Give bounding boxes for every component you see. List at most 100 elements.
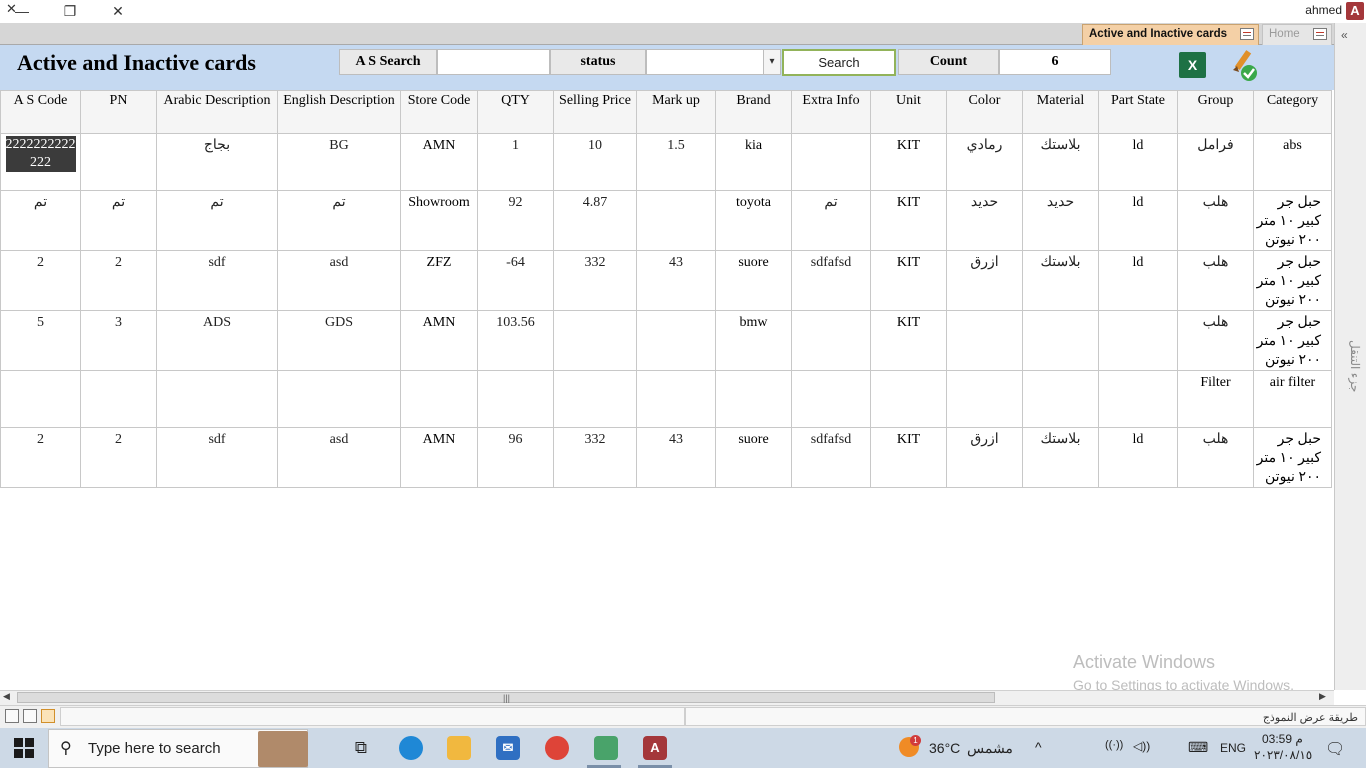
table-cell[interactable]: toyota [715, 190, 792, 251]
as-search-input[interactable] [437, 49, 550, 75]
table-cell[interactable]: KIT [870, 133, 947, 191]
taskbar-search-placeholder[interactable]: Type here to search [88, 740, 221, 757]
weather-temperature[interactable]: 36°C [929, 740, 960, 756]
table-cell[interactable]: 3 [80, 310, 157, 371]
column-header[interactable]: Material [1022, 90, 1099, 134]
table-cell[interactable]: air filter [1253, 370, 1332, 428]
wifi-icon[interactable]: ((·)) [1105, 739, 1123, 751]
table-cell[interactable]: 2 [80, 250, 157, 311]
column-header[interactable]: QTY [477, 90, 554, 134]
form-view-icon[interactable] [41, 709, 55, 723]
table-cell[interactable]: ld [1098, 133, 1178, 191]
table-cell[interactable] [870, 370, 947, 428]
tab-active-inactive-cards[interactable]: Active and Inactive cards [1082, 24, 1259, 45]
table-cell[interactable]: -64 [477, 250, 554, 311]
column-header[interactable]: Part State [1098, 90, 1178, 134]
mail-icon[interactable]: ✉ [496, 736, 520, 760]
close-document-button[interactable]: ✕ [6, 1, 17, 17]
table-cell[interactable] [553, 310, 637, 371]
table-cell[interactable]: 1 [477, 133, 554, 191]
table-cell[interactable]: ld [1098, 250, 1178, 311]
table-cell[interactable]: suore [715, 427, 792, 488]
column-header[interactable]: Arabic Description [156, 90, 278, 134]
table-cell[interactable] [1098, 310, 1178, 371]
access-app-icon[interactable]: A [643, 736, 667, 760]
column-header[interactable]: Unit [870, 90, 947, 134]
table-cell[interactable]: 332 [553, 250, 637, 311]
table-cell[interactable] [80, 370, 157, 428]
table-cell[interactable]: حبل جر كبير ١٠ متر ٢٠٠ نيوتن [1253, 310, 1332, 371]
column-header[interactable]: Extra Info [791, 90, 871, 134]
table-cell[interactable]: ازرق [946, 427, 1023, 488]
table-cell[interactable]: 96 [477, 427, 554, 488]
table-cell[interactable]: بلاستك [1022, 133, 1099, 191]
table-cell[interactable]: هلب [1177, 250, 1254, 311]
show-hidden-icons-icon[interactable]: ^ [1035, 739, 1042, 755]
table-cell[interactable]: تم [156, 190, 278, 251]
table-cell[interactable] [400, 370, 478, 428]
table-cell[interactable]: sdf [156, 250, 278, 311]
table-cell[interactable]: هلب [1177, 310, 1254, 371]
notification-icon[interactable]: 🗨 [1325, 739, 1345, 759]
chrome-icon[interactable] [545, 736, 569, 760]
table-cell[interactable]: 2222222222222 [0, 133, 81, 191]
table-cell[interactable] [80, 133, 157, 191]
restore-button[interactable]: ❐ [50, 0, 90, 23]
user-name[interactable]: ahmed [1305, 3, 1342, 17]
weather-condition[interactable]: مشمس [967, 740, 1013, 757]
table-cell[interactable] [156, 370, 278, 428]
table-cell[interactable]: 1.5 [636, 133, 716, 191]
table-cell[interactable]: حبل جر كبير ١٠ متر ٢٠٠ نيوتن [1253, 427, 1332, 488]
column-header[interactable]: Category [1253, 90, 1332, 134]
snipping-tool-icon[interactable] [594, 736, 618, 760]
table-cell[interactable]: رمادي [946, 133, 1023, 191]
input-language[interactable]: ENG [1220, 741, 1246, 755]
table-cell[interactable]: بلاستك [1022, 427, 1099, 488]
table-cell[interactable] [715, 370, 792, 428]
table-cell[interactable] [0, 370, 81, 428]
table-cell[interactable]: suore [715, 250, 792, 311]
table-cell[interactable] [477, 370, 554, 428]
column-header[interactable]: Brand [715, 90, 792, 134]
table-cell[interactable]: بجاج [156, 133, 278, 191]
excel-export-icon[interactable]: X [1179, 52, 1206, 78]
column-header[interactable]: Selling Price [553, 90, 637, 134]
table-cell[interactable]: فرامل [1177, 133, 1254, 191]
table-cell[interactable]: Filter [1177, 370, 1254, 428]
table-cell[interactable]: kia [715, 133, 792, 191]
nav-pane-toggle-icon[interactable]: « [1341, 28, 1348, 42]
table-cell[interactable] [791, 133, 871, 191]
column-header[interactable]: Group [1177, 90, 1254, 134]
table-cell[interactable]: تم [277, 190, 401, 251]
volume-icon[interactable]: ◁)) [1133, 739, 1150, 753]
table-cell[interactable]: 332 [553, 427, 637, 488]
table-cell[interactable]: هلب [1177, 190, 1254, 251]
table-cell[interactable] [1022, 310, 1099, 371]
table-cell[interactable]: sdfafsd [791, 250, 871, 311]
column-header[interactable]: Store Code [400, 90, 478, 134]
nav-pane-label[interactable]: جزء التنقل [1336, 340, 1362, 392]
table-cell[interactable]: GDS [277, 310, 401, 371]
column-header[interactable]: English Description [277, 90, 401, 134]
table-cell[interactable]: KIT [870, 190, 947, 251]
table-cell[interactable] [636, 190, 716, 251]
design-view-icon[interactable] [5, 709, 19, 723]
table-cell[interactable]: حبل جر كبير ١٠ متر ٢٠٠ نيوتن [1253, 190, 1332, 251]
edge-browser-icon[interactable] [399, 736, 423, 760]
table-cell[interactable]: 4.87 [553, 190, 637, 251]
table-cell[interactable]: حديد [1022, 190, 1099, 251]
table-cell[interactable]: هلب [1177, 427, 1254, 488]
table-cell[interactable] [791, 310, 871, 371]
keyboard-icon[interactable]: ⌨ [1188, 739, 1208, 756]
table-cell[interactable]: KIT [870, 250, 947, 311]
table-cell[interactable]: 2 [80, 427, 157, 488]
table-cell[interactable] [553, 370, 637, 428]
table-cell[interactable]: AMN [400, 310, 478, 371]
search-button[interactable]: Search [782, 49, 896, 76]
table-cell[interactable]: abs [1253, 133, 1332, 191]
table-cell[interactable]: KIT [870, 310, 947, 371]
clock-date[interactable]: ٢٠٢٣/٠٨/١٥ [1254, 748, 1312, 762]
table-cell[interactable] [1098, 370, 1178, 428]
table-cell[interactable] [946, 310, 1023, 371]
table-cell[interactable]: asd [277, 427, 401, 488]
